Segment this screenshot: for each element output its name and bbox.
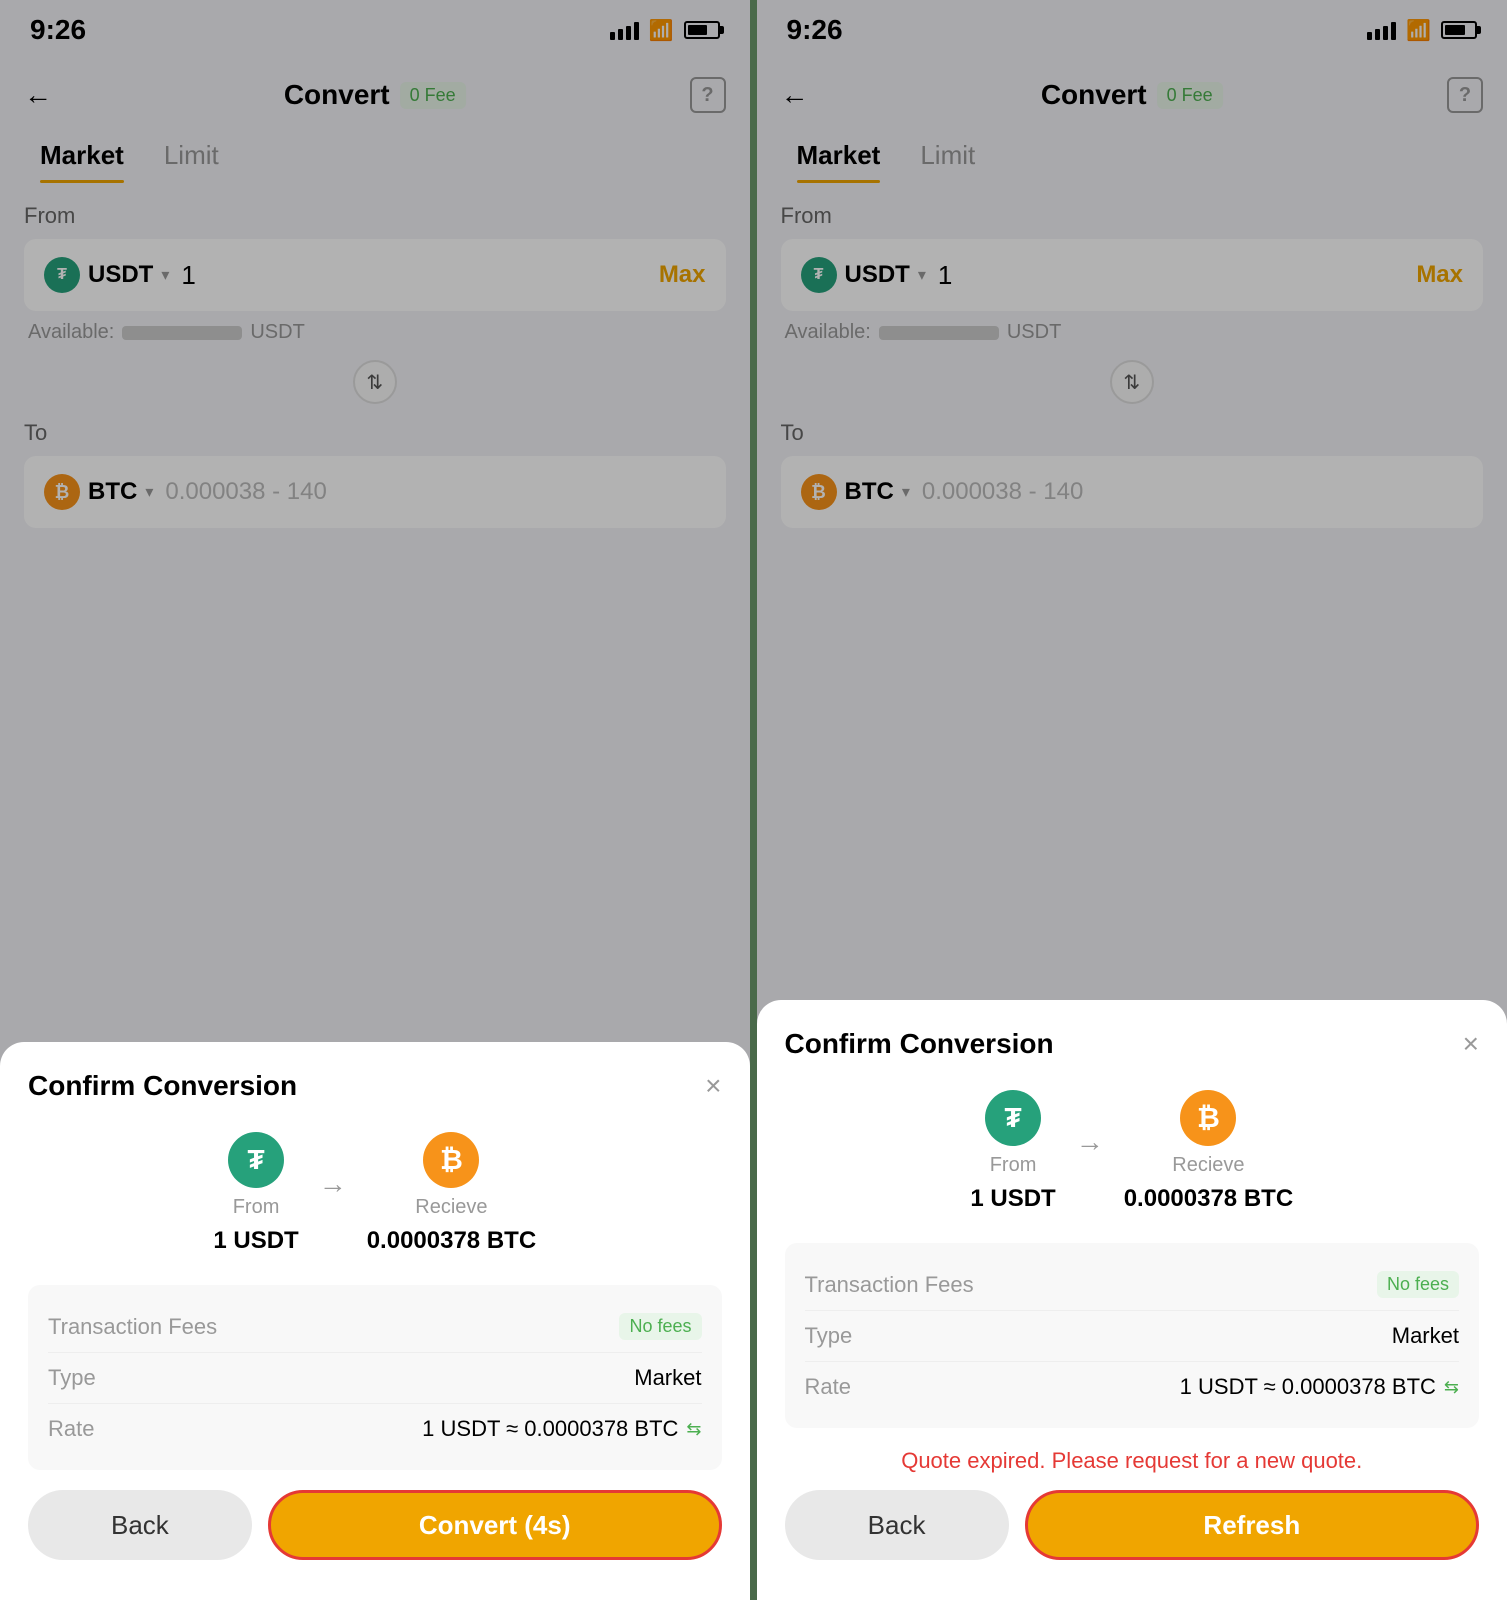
- conv-from-amount-left: 1 USDT: [213, 1227, 298, 1255]
- conversion-preview-right: ₮ From 1 USDT → ₿ Recieve 0.0000378 BTC: [785, 1090, 1480, 1213]
- conv-btc-icon-right: ₿: [1180, 1090, 1236, 1146]
- rate-key-left: Rate: [48, 1416, 94, 1442]
- modal-overlay-left: Confirm Conversion × ₮ From 1 USDT → ₿ R…: [0, 0, 750, 1600]
- refresh-button-right[interactable]: Refresh: [1025, 1490, 1479, 1560]
- type-key-right: Type: [805, 1323, 853, 1349]
- conv-receive-label-left: Recieve: [415, 1196, 487, 1219]
- expired-message-right: Quote expired. Please request for a new …: [785, 1448, 1480, 1474]
- fees-row-left: Transaction Fees No fees: [48, 1301, 702, 1353]
- conv-usdt-icon-left: ₮: [228, 1132, 284, 1188]
- conv-arrow-right: →: [1076, 1126, 1104, 1158]
- rate-key-right: Rate: [805, 1374, 851, 1400]
- rate-val-left: 1 USDT ≈ 0.0000378 BTC ⇆: [422, 1416, 701, 1442]
- type-val-right: Market: [1392, 1323, 1459, 1349]
- conv-from-label-left: From: [233, 1196, 280, 1219]
- conv-from-left: ₮ From 1 USDT: [213, 1132, 298, 1255]
- fees-key-right: Transaction Fees: [805, 1272, 974, 1298]
- details-table-left: Transaction Fees No fees Type Market Rat…: [28, 1285, 722, 1470]
- type-row-left: Type Market: [48, 1353, 702, 1404]
- conv-from-amount-right: 1 USDT: [970, 1185, 1055, 1213]
- modal-header-right: Confirm Conversion ×: [785, 1028, 1480, 1060]
- conversion-preview-left: ₮ From 1 USDT → ₿ Recieve 0.0000378 BTC: [28, 1132, 722, 1255]
- left-panel: 9:26 📶 ← Convert 0 Fee ? Market: [0, 0, 750, 1600]
- fees-val-right: No fees: [1377, 1271, 1459, 1298]
- no-fees-badge-right: No fees: [1377, 1271, 1459, 1298]
- modal-header-left: Confirm Conversion ×: [28, 1070, 722, 1102]
- conv-to-right: ₿ Recieve 0.0000378 BTC: [1124, 1090, 1293, 1213]
- conv-btc-icon-left: ₿: [423, 1132, 479, 1188]
- type-key-left: Type: [48, 1365, 96, 1391]
- modal-overlay-right: Confirm Conversion × ₮ From 1 USDT → ₿ R…: [757, 0, 1507, 1600]
- type-row-right: Type Market: [805, 1311, 1460, 1362]
- fees-key-left: Transaction Fees: [48, 1314, 217, 1340]
- details-table-right: Transaction Fees No fees Type Market Rat…: [785, 1243, 1480, 1428]
- modal-title-left: Confirm Conversion: [28, 1070, 297, 1102]
- action-buttons-left: Back Convert (4s): [28, 1490, 722, 1560]
- back-button-modal-right[interactable]: Back: [785, 1490, 1009, 1560]
- fees-val-left: No fees: [619, 1313, 701, 1340]
- close-button-left[interactable]: ×: [705, 1072, 721, 1100]
- rate-swap-icon-left[interactable]: ⇆: [686, 1419, 701, 1440]
- back-button-modal-left[interactable]: Back: [28, 1490, 252, 1560]
- rate-swap-icon-right[interactable]: ⇆: [1444, 1377, 1459, 1398]
- conv-to-left: ₿ Recieve 0.0000378 BTC: [367, 1132, 536, 1255]
- conv-from-right: ₮ From 1 USDT: [970, 1090, 1055, 1213]
- panel-divider: [750, 0, 757, 1600]
- convert-button-left[interactable]: Convert (4s): [268, 1490, 722, 1560]
- conv-from-label-right: From: [990, 1154, 1037, 1177]
- conv-receive-amount-left: 0.0000378 BTC: [367, 1227, 536, 1255]
- no-fees-badge-left: No fees: [619, 1313, 701, 1340]
- rate-row-left: Rate 1 USDT ≈ 0.0000378 BTC ⇆: [48, 1404, 702, 1454]
- confirm-modal-right: Confirm Conversion × ₮ From 1 USDT → ₿ R…: [757, 1000, 1507, 1600]
- conv-receive-amount-right: 0.0000378 BTC: [1124, 1185, 1293, 1213]
- conv-arrow-left: →: [319, 1168, 347, 1200]
- rate-val-right: 1 USDT ≈ 0.0000378 BTC ⇆: [1180, 1374, 1459, 1400]
- type-val-left: Market: [634, 1365, 701, 1391]
- close-button-right[interactable]: ×: [1463, 1030, 1479, 1058]
- conv-usdt-icon-right: ₮: [985, 1090, 1041, 1146]
- right-panel: 9:26 📶 ← Convert 0 Fee ? Market: [757, 0, 1507, 1600]
- action-buttons-right: Back Refresh: [785, 1490, 1480, 1560]
- conv-receive-label-right: Recieve: [1172, 1154, 1244, 1177]
- confirm-modal-left: Confirm Conversion × ₮ From 1 USDT → ₿ R…: [0, 1042, 750, 1600]
- rate-row-right: Rate 1 USDT ≈ 0.0000378 BTC ⇆: [805, 1362, 1460, 1412]
- modal-title-right: Confirm Conversion: [785, 1028, 1054, 1060]
- fees-row-right: Transaction Fees No fees: [805, 1259, 1460, 1311]
